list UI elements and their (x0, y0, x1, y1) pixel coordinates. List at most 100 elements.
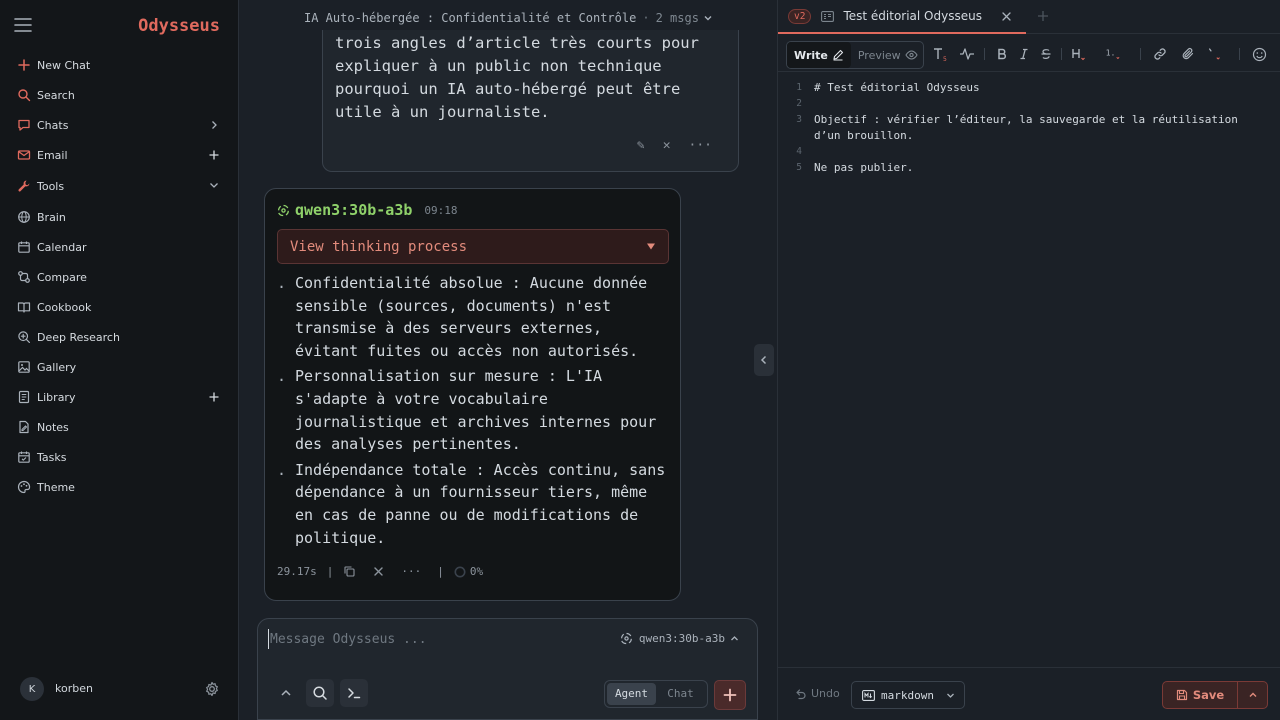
chat-panel: IA Auto-hébergée : Confidentialité et Co… (240, 0, 776, 720)
code-line: 5 Ne pas publier. (778, 160, 1280, 176)
mode-chat[interactable]: Chat (656, 683, 705, 705)
strikethrough-icon[interactable] (1037, 45, 1055, 63)
sidebar-item-theme[interactable]: Theme (0, 472, 238, 502)
sidebar-item-label: Deep Research (37, 330, 120, 344)
user-name[interactable]: korben (55, 682, 93, 695)
bold-icon[interactable] (993, 45, 1011, 63)
web-search-button[interactable] (306, 679, 334, 707)
sidebar-item-label: Tools (37, 179, 65, 193)
user-bar: K korben (20, 676, 220, 702)
sidebar-item-cookbook[interactable]: Cookbook (0, 292, 238, 322)
attachment-icon[interactable] (1179, 45, 1197, 63)
menu-icon[interactable] (14, 18, 34, 36)
mode-agent[interactable]: Agent (607, 683, 656, 705)
sidebar-item-label: Chats (37, 118, 69, 132)
edit-icon (833, 49, 843, 61)
language-select[interactable]: markdown (851, 681, 965, 709)
sidebar-item-chats[interactable]: Chats (0, 110, 238, 140)
toolbar-divider (1061, 48, 1062, 60)
chevron-up-icon (1249, 692, 1256, 697)
heading-icon[interactable] (1070, 45, 1088, 63)
message-time: 09:18 (424, 203, 458, 217)
text-size-icon[interactable]: 5 (931, 45, 949, 63)
emoji-icon[interactable] (1250, 45, 1268, 63)
more-icon[interactable]: ··· (689, 138, 712, 153)
plus-icon (723, 688, 737, 702)
italic-icon[interactable] (1015, 45, 1033, 63)
sidebar-item-brain[interactable]: Brain (0, 202, 238, 232)
code-icon[interactable] (1206, 45, 1224, 63)
tab-document[interactable]: v2 Test éditorial Odysseus (778, 0, 1026, 34)
line-number: 2 (796, 98, 802, 109)
undo-icon (796, 689, 806, 700)
sidebar-item-email[interactable]: Email (0, 140, 238, 170)
avatar[interactable]: K (20, 677, 44, 701)
sidebar-item-label: Email (37, 148, 68, 162)
conversation-title-bar[interactable]: IA Auto-hébergée : Confidentialité et Co… (304, 10, 713, 26)
thinking-toggle[interactable]: View thinking process (277, 229, 669, 264)
ordered-list-icon[interactable]: 1. (1104, 45, 1122, 63)
sidebar-item-label: Brain (37, 210, 66, 224)
gear-icon[interactable] (204, 681, 220, 697)
code-line: 2 (778, 96, 1280, 112)
collapse-panel-button[interactable] (754, 344, 774, 376)
undo-button[interactable]: Undo (794, 687, 840, 700)
copy-icon[interactable] (343, 565, 356, 578)
line-text (814, 96, 1254, 112)
send-button[interactable] (714, 680, 746, 710)
response-duration: 29.17s (277, 565, 317, 578)
line-number: 5 (796, 162, 802, 173)
code-line: 3 Objectif : vérifier l’éditeur, la sauve… (778, 112, 1280, 144)
code-editor[interactable]: 1 # Test éditorial Odysseus 2 3 Objectif :… (778, 80, 1280, 176)
expand-button[interactable] (272, 679, 300, 707)
tab-preview[interactable]: Preview (851, 42, 925, 68)
model-selector[interactable]: qwen3:30b-a3b (620, 632, 739, 645)
sidebar-item-new-chat[interactable]: New Chat (0, 50, 238, 80)
chevron-down-icon[interactable] (703, 13, 713, 23)
book-open-icon (17, 300, 31, 314)
sidebar-item-calendar[interactable]: Calendar (0, 232, 238, 262)
sidebar-item-deep-research[interactable]: Deep Research (0, 322, 238, 352)
add-library-icon[interactable] (208, 391, 220, 403)
conversation-title: IA Auto-hébergée : Confidentialité et Co… (304, 11, 637, 25)
sidebar-item-notes[interactable]: Notes (0, 412, 238, 442)
sidebar-item-gallery[interactable]: Gallery (0, 352, 238, 382)
chevron-down-icon[interactable] (208, 179, 220, 191)
title-separator: · (642, 11, 650, 25)
chat-bubble-icon (17, 118, 31, 132)
save-button[interactable]: Save (1162, 681, 1238, 709)
footer-separator: | (437, 565, 444, 578)
line-text: # Test éditorial Odysseus (814, 81, 980, 94)
close-icon[interactable] (1001, 11, 1012, 22)
edit-icon[interactable]: ✎ (637, 138, 645, 153)
delete-icon[interactable] (372, 565, 385, 578)
sidebar-header: Odysseus (14, 14, 220, 40)
add-email-icon[interactable] (208, 149, 220, 161)
list-item: Indépendance totale : Accès continu, san… (277, 459, 669, 550)
sidebar-item-label: New Chat (37, 58, 91, 72)
sidebar-item-tasks[interactable]: Tasks (0, 442, 238, 472)
sidebar-item-tools[interactable]: Tools (0, 170, 238, 202)
chevron-up-icon (730, 634, 739, 643)
tab-write[interactable]: Write (787, 42, 851, 68)
calendar-icon (17, 240, 31, 254)
new-tab-icon[interactable] (1036, 9, 1050, 23)
sidebar-item-label: Theme (37, 480, 75, 494)
more-icon[interactable]: ··· (401, 565, 421, 578)
line-text (814, 144, 1254, 160)
sidebar-item-compare[interactable]: Compare (0, 262, 238, 292)
model-logo-icon (620, 632, 633, 645)
editor-footer: Undo markdown Save (778, 667, 1280, 720)
sidebar-item-label: Tasks (37, 450, 67, 464)
message-input[interactable] (268, 629, 588, 649)
sidebar-item-label: Calendar (37, 240, 87, 254)
terminal-button[interactable] (340, 679, 368, 707)
pulse-icon[interactable] (958, 45, 976, 63)
delete-icon[interactable]: ✕ (663, 138, 671, 153)
user-message: trois angles d’article très courts pour … (322, 30, 739, 172)
link-icon[interactable] (1151, 45, 1169, 63)
sidebar-item-library[interactable]: Library (0, 382, 238, 412)
save-options-button[interactable] (1238, 681, 1268, 709)
chevron-right-icon[interactable] (208, 119, 220, 131)
sidebar-item-search[interactable]: Search (0, 80, 238, 110)
